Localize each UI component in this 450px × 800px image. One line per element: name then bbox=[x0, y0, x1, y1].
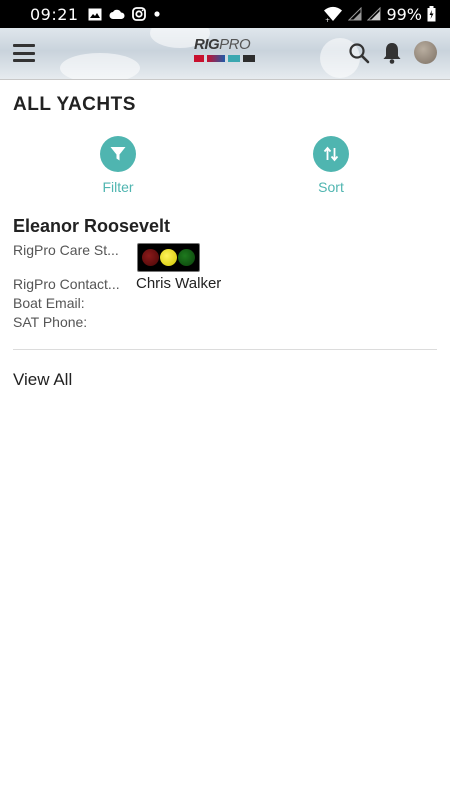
status-bar: 09:21 + 99% bbox=[0, 0, 450, 28]
traffic-light-red bbox=[141, 249, 159, 266]
traffic-light-yellow bbox=[159, 249, 177, 266]
signal-icon-1 bbox=[348, 7, 362, 21]
menu-icon[interactable] bbox=[13, 44, 35, 62]
contact-value: Chris Walker bbox=[136, 275, 222, 292]
dot-icon bbox=[154, 11, 160, 17]
sat-phone-label: SAT Phone: bbox=[13, 314, 88, 330]
app-bar: RIGPRO bbox=[0, 28, 450, 80]
care-status-traffic-light bbox=[137, 243, 200, 272]
rigpro-logo: RIGPRO bbox=[194, 36, 258, 74]
bell-icon[interactable] bbox=[381, 41, 403, 65]
cloud-icon bbox=[109, 9, 125, 19]
signal-icon-2 bbox=[367, 7, 381, 21]
svg-text:+: + bbox=[325, 17, 330, 22]
battery-charging-icon bbox=[427, 6, 436, 22]
instagram-icon bbox=[131, 7, 146, 21]
sort-button[interactable]: Sort bbox=[291, 136, 371, 195]
filter-label: Filter bbox=[102, 179, 134, 195]
boat-email-label: Boat Email: bbox=[13, 295, 85, 311]
sort-icon bbox=[313, 136, 349, 172]
filter-button[interactable]: Filter bbox=[78, 136, 158, 195]
traffic-light-green bbox=[178, 249, 196, 266]
sort-label: Sort bbox=[318, 179, 344, 195]
filter-icon bbox=[100, 136, 136, 172]
divider bbox=[13, 349, 437, 350]
wifi-icon: + bbox=[324, 6, 343, 22]
yacht-name[interactable]: Eleanor Roosevelt bbox=[13, 216, 170, 237]
page-title: ALL YACHTS bbox=[13, 94, 136, 115]
view-all-link[interactable]: View All bbox=[13, 370, 72, 390]
search-icon[interactable] bbox=[348, 42, 370, 64]
battery-percentage: 99% bbox=[386, 4, 422, 24]
care-status-label: RigPro Care St... bbox=[13, 242, 119, 258]
status-notification-icons bbox=[88, 7, 161, 21]
image-icon bbox=[88, 8, 102, 20]
status-time: 09:21 bbox=[30, 4, 79, 24]
contact-label: RigPro Contact... bbox=[13, 276, 120, 292]
status-system-icons: + 99% bbox=[323, 5, 436, 24]
avatar[interactable] bbox=[414, 41, 437, 64]
